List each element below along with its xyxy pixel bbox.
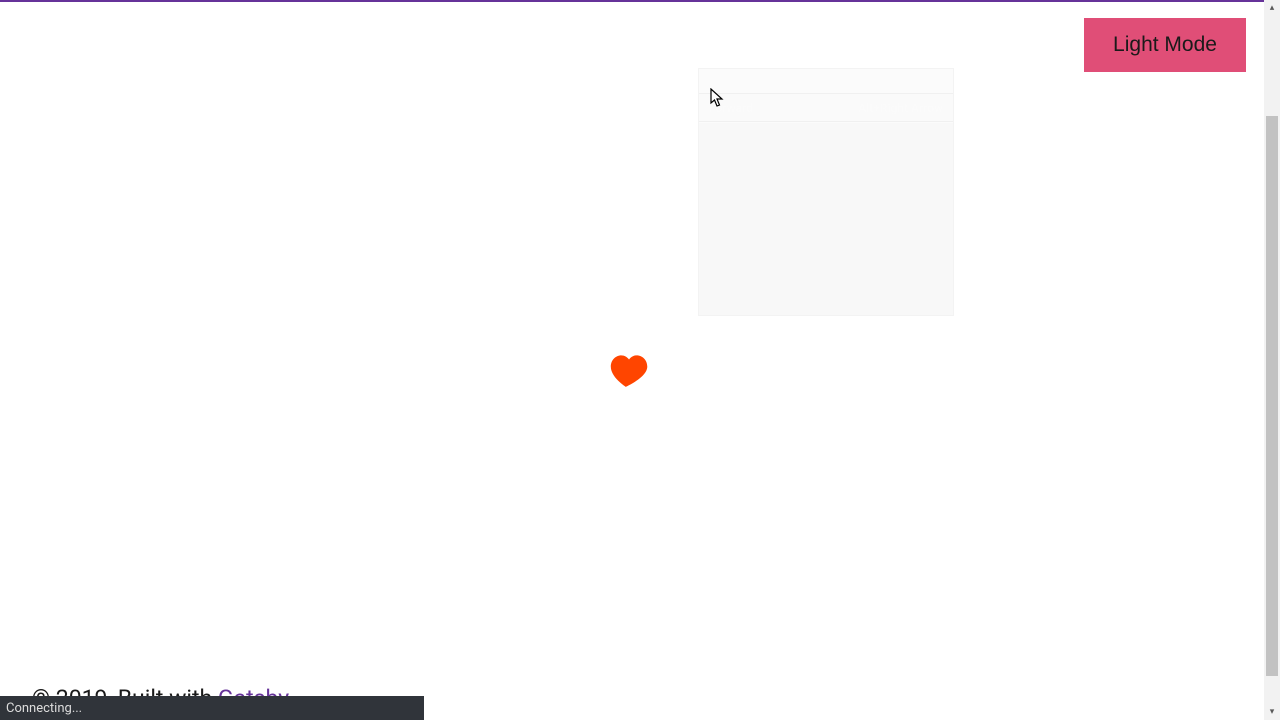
light-mode-button[interactable]: Light Mode	[1084, 18, 1246, 72]
top-accent-stripe	[0, 0, 1264, 2]
status-bar: Connecting...	[0, 696, 424, 720]
vertical-scrollbar[interactable]: ▴ ▾	[1264, 0, 1280, 720]
panel-row-label: Forward	[709, 101, 753, 115]
context-panel: Forward Alt+Right Arrow	[698, 68, 954, 316]
scroll-down-arrow-icon[interactable]: ▾	[1264, 704, 1280, 720]
scrollbar-thumb[interactable]	[1266, 116, 1278, 676]
heart-icon	[609, 352, 651, 390]
scroll-up-arrow-icon[interactable]: ▴	[1264, 0, 1280, 16]
panel-row-forward[interactable]: Forward Alt+Right Arrow	[699, 94, 953, 122]
panel-body	[699, 123, 953, 315]
panel-row-shortcut: Alt+Right Arrow	[858, 101, 943, 115]
status-text: Connecting...	[6, 701, 82, 716]
